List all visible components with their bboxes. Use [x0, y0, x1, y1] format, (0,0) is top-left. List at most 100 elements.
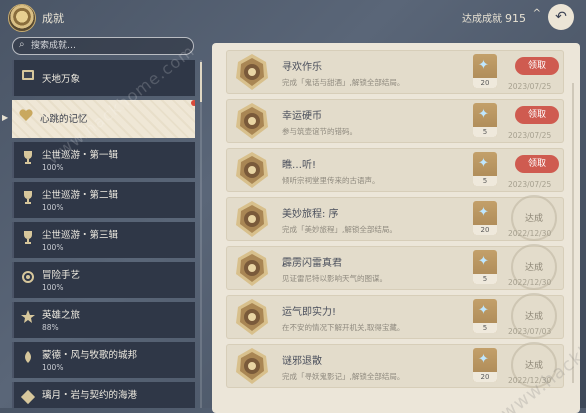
- list-scrollbar[interactable]: [572, 83, 574, 383]
- page-title: 成就: [42, 12, 64, 25]
- achievement-row[interactable]: 幸运硬币 参与筑壶谊节的错码。 ✦ 5 领取 2023/07/25: [226, 99, 564, 143]
- sidebar-item-label: 尘世巡游・第三辑: [42, 230, 119, 241]
- achievement-title: 谜邪退散: [282, 356, 322, 367]
- achievement-badge-icon: [232, 297, 272, 337]
- claim-button[interactable]: 领取: [515, 155, 559, 173]
- claim-button[interactable]: 领取: [515, 106, 559, 124]
- primogem-icon: ✦: [478, 107, 489, 122]
- back-button[interactable]: ↶: [548, 4, 574, 30]
- completed-label: 达成: [524, 263, 543, 273]
- reward-item[interactable]: ✦ 5: [473, 299, 497, 333]
- sidebar-item[interactable]: 璃月・岩与契约的海港: [12, 382, 195, 408]
- sidebar-item-label: 英雄之旅: [42, 310, 81, 321]
- primogem-icon: ✦: [478, 58, 489, 73]
- sidebar-item[interactable]: 尘世巡游・第一辑 100%: [12, 142, 195, 178]
- achievement-title: 寻欢作乐: [282, 62, 322, 73]
- achievement-emblem-icon: [8, 4, 36, 32]
- achievement-desc: 完成「鬼话与甜酒」,解锁全部结局。: [282, 78, 405, 87]
- achievement-badge-icon: [232, 346, 272, 386]
- achievement-title: 美妙旅程: 序: [282, 209, 339, 220]
- mondstadt-icon: [20, 349, 36, 365]
- achievement-row[interactable]: 寻欢作乐 完成「鬼话与甜酒」,解锁全部结局。 ✦ 20 领取 2023/07/2…: [226, 50, 564, 94]
- reward-qty: 20: [473, 372, 497, 382]
- chevron-up-icon[interactable]: ^: [533, 8, 541, 19]
- sidebar-scrollbar[interactable]: [200, 60, 202, 408]
- achievement-badge-icon: [232, 52, 272, 92]
- reward-item[interactable]: ✦ 20: [473, 201, 497, 235]
- reward-item[interactable]: ✦ 5: [473, 103, 497, 137]
- achievement-date: 2023/07/25: [508, 82, 552, 91]
- sidebar-item-label: 尘世巡游・第二辑: [42, 190, 119, 201]
- alert-dot: [191, 100, 195, 106]
- hero-icon: [20, 309, 36, 325]
- trophy-icon: [20, 149, 36, 165]
- reward-item[interactable]: ✦ 5: [473, 250, 497, 284]
- reward-qty: 5: [473, 274, 497, 284]
- achievement-title: 幸运硬币: [282, 111, 322, 122]
- achievement-row[interactable]: 瞧…听! 倾听宗祠堂里传来的古语声。 ✦ 5 领取 2023/07/25: [226, 148, 564, 192]
- search-icon: ⌕: [19, 39, 25, 50]
- achievement-title: 运气即实力!: [282, 307, 337, 318]
- sidebar-item-percent: 100%: [42, 203, 64, 212]
- reward-item[interactable]: ✦ 5: [473, 152, 497, 186]
- reward-item[interactable]: ✦ 20: [473, 54, 497, 88]
- achievement-row[interactable]: 运气即实力! 在不安的情况下解开机关,取得宝藏。 ✦ 5 达成 2023/07/…: [226, 293, 564, 339]
- sidebar-item-percent: 100%: [42, 363, 64, 372]
- reward-qty: 5: [473, 176, 497, 186]
- achievement-date: 2023/07/03: [508, 327, 552, 336]
- primogem-icon: ✦: [478, 254, 489, 269]
- sidebar-item-label: 蒙德・风与牧歌的城邦: [42, 350, 138, 361]
- liyue-icon: [20, 389, 36, 405]
- completed-label: 达成: [524, 312, 543, 322]
- craft-icon: [20, 269, 36, 285]
- primogem-icon: ✦: [478, 303, 489, 318]
- achievement-desc: 在不安的情况下解开机关,取得宝藏。: [282, 323, 405, 332]
- heart-memory-icon: [18, 107, 34, 123]
- achievement-title: 霹雳闪雷真君: [282, 258, 342, 269]
- achievement-row[interactable]: 美妙旅程: 序 完成「美妙旅程」,解锁全部结局。 ✦ 20 达成 2022/12…: [226, 195, 564, 241]
- achievement-badge-icon: [232, 150, 272, 190]
- achievement-title: 瞧…听!: [282, 160, 317, 171]
- sidebar-item-label: 璃月・岩与契约的海港: [42, 390, 138, 401]
- sidebar-item[interactable]: 尘世巡游・第二辑 100%: [12, 182, 195, 218]
- trophy-icon: [20, 189, 36, 205]
- achievement-date: 2022/12/30: [508, 229, 552, 238]
- search-box[interactable]: ⌕: [12, 37, 194, 55]
- achievement-date: 2023/07/25: [508, 131, 552, 140]
- achievement-row[interactable]: 霹雳闪雷真君 见证雷尼特以影响天气的图谋。 ✦ 5 达成 2022/12/30: [226, 244, 564, 290]
- achievement-badge-icon: [232, 248, 272, 288]
- achievement-desc: 倾听宗祠堂里传来的古语声。: [282, 176, 380, 185]
- primogem-icon: ✦: [478, 205, 489, 220]
- sidebar-item-percent: 100%: [42, 283, 64, 292]
- total-value: 915: [505, 12, 526, 25]
- achievement-total: 达成成就 915: [462, 10, 526, 25]
- top-bar: 成就 达成成就 915 ^ ↶: [0, 0, 586, 36]
- reward-item[interactable]: ✦ 20: [473, 348, 497, 382]
- sidebar-item[interactable]: 冒险手艺 100%: [12, 262, 195, 298]
- completed-label: 达成: [524, 214, 543, 224]
- sidebar-item-percent: 88%: [42, 323, 59, 332]
- trophy-icon: [20, 229, 36, 245]
- sidebar-item[interactable]: 英雄之旅 88%: [12, 302, 195, 338]
- sidebar-item-percent: 100%: [42, 243, 64, 252]
- total-label: 达成成就: [462, 14, 502, 25]
- achievement-date: 2022/12/30: [508, 278, 552, 287]
- achievement-desc: 完成「寻妖鬼影记」,解锁全部结局。: [282, 372, 405, 381]
- achievement-desc: 见证雷尼特以影响天气的图谋。: [282, 274, 387, 283]
- search-input[interactable]: [31, 38, 181, 54]
- sidebar-item-label: 天地万象: [42, 74, 81, 85]
- back-arrow-icon: ↶: [555, 9, 567, 25]
- reward-qty: 20: [473, 225, 497, 235]
- achievement-list-panel: 寻欢作乐 完成「鬼话与甜酒」,解锁全部结局。 ✦ 20 领取 2023/07/2…: [212, 43, 580, 413]
- sidebar-item-label: 冒险手艺: [42, 270, 81, 281]
- achievement-desc: 参与筑壶谊节的错码。: [282, 127, 357, 136]
- sidebar-item[interactable]: 尘世巡游・第三辑 100%: [12, 222, 195, 258]
- achievement-desc: 完成「美妙旅程」,解锁全部结局。: [282, 225, 397, 234]
- reward-qty: 20: [473, 78, 497, 88]
- sidebar-item[interactable]: 蒙德・风与牧歌的城邦 100%: [12, 342, 195, 378]
- claim-button[interactable]: 领取: [515, 57, 559, 75]
- sidebar-scroll-thumb[interactable]: [200, 62, 202, 102]
- achievement-row[interactable]: 谜邪退散 完成「寻妖鬼影记」,解锁全部结局。 ✦ 20 达成 2022/12/3…: [226, 342, 564, 388]
- primogem-icon: ✦: [478, 352, 489, 367]
- reward-qty: 5: [473, 323, 497, 333]
